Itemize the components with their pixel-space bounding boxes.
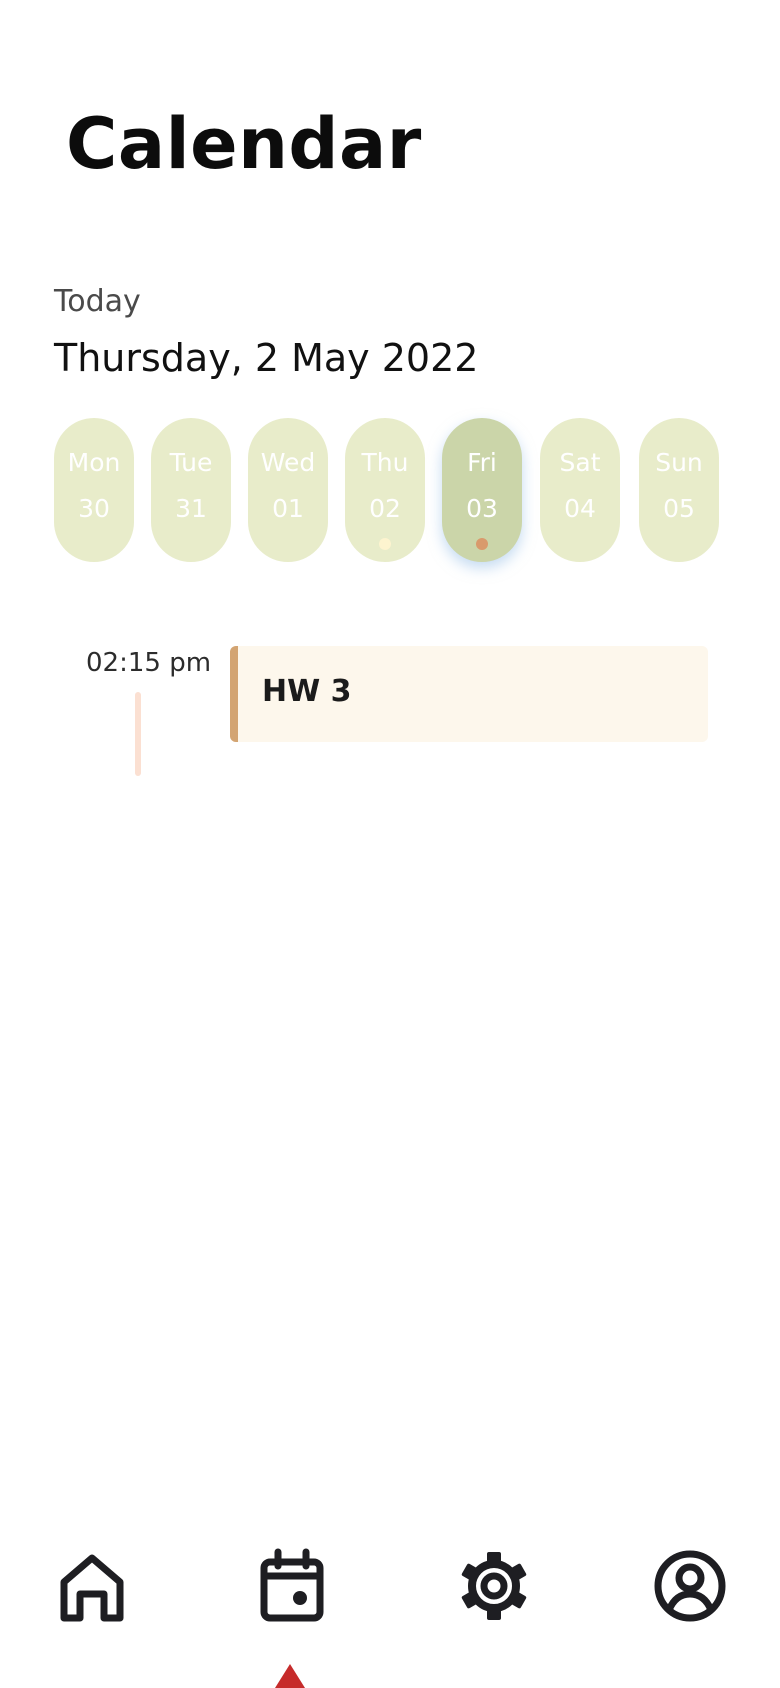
- nav-calendar-button[interactable]: [250, 1544, 334, 1628]
- active-tab-indicator: [275, 1664, 305, 1688]
- day-name: Tue: [169, 448, 213, 477]
- day-pill-sat[interactable]: Sat 04: [540, 418, 620, 562]
- day-name: Thu: [361, 448, 409, 477]
- day-pill-mon[interactable]: Mon 30: [54, 418, 134, 562]
- nav-profile-button[interactable]: [648, 1544, 732, 1628]
- event-card[interactable]: HW 3: [230, 646, 708, 742]
- bottom-navigation: [0, 1530, 780, 1688]
- day-name: Wed: [260, 448, 316, 477]
- event-title: HW 3: [262, 674, 352, 709]
- day-number: 05: [663, 494, 695, 523]
- day-name: Fri: [467, 448, 497, 477]
- day-number: 04: [564, 494, 596, 523]
- day-name: Mon: [67, 448, 121, 477]
- day-pill-fri[interactable]: Fri 03: [442, 418, 522, 562]
- day-number: 03: [466, 494, 498, 523]
- event-accent-bar: [230, 646, 238, 742]
- gear-icon: [461, 1552, 527, 1620]
- day-number: 30: [78, 494, 110, 523]
- day-name: Sun: [655, 448, 703, 477]
- page-title: Calendar: [66, 103, 422, 185]
- event-indicator-dot: [379, 538, 391, 550]
- calendar-icon: [260, 1548, 324, 1622]
- day-pill-wed[interactable]: Wed 01: [248, 418, 328, 562]
- day-number: 02: [369, 494, 401, 523]
- today-label: Today: [54, 284, 141, 319]
- event-time: 02:15 pm: [86, 648, 212, 678]
- day-name: Sat: [559, 448, 601, 477]
- nav-settings-button[interactable]: [452, 1544, 536, 1628]
- day-number: 31: [175, 494, 207, 523]
- event-duration-bar: [135, 692, 141, 776]
- profile-icon: [654, 1550, 726, 1622]
- day-pill-thu[interactable]: Thu 02: [345, 418, 425, 562]
- current-date: Thursday, 2 May 2022: [54, 336, 479, 380]
- event-indicator-dot: [476, 538, 488, 550]
- day-pill-tue[interactable]: Tue 31: [151, 418, 231, 562]
- day-number: 01: [272, 494, 304, 523]
- home-icon: [60, 1554, 124, 1622]
- nav-home-button[interactable]: [50, 1544, 134, 1628]
- day-pill-sun[interactable]: Sun 05: [639, 418, 719, 562]
